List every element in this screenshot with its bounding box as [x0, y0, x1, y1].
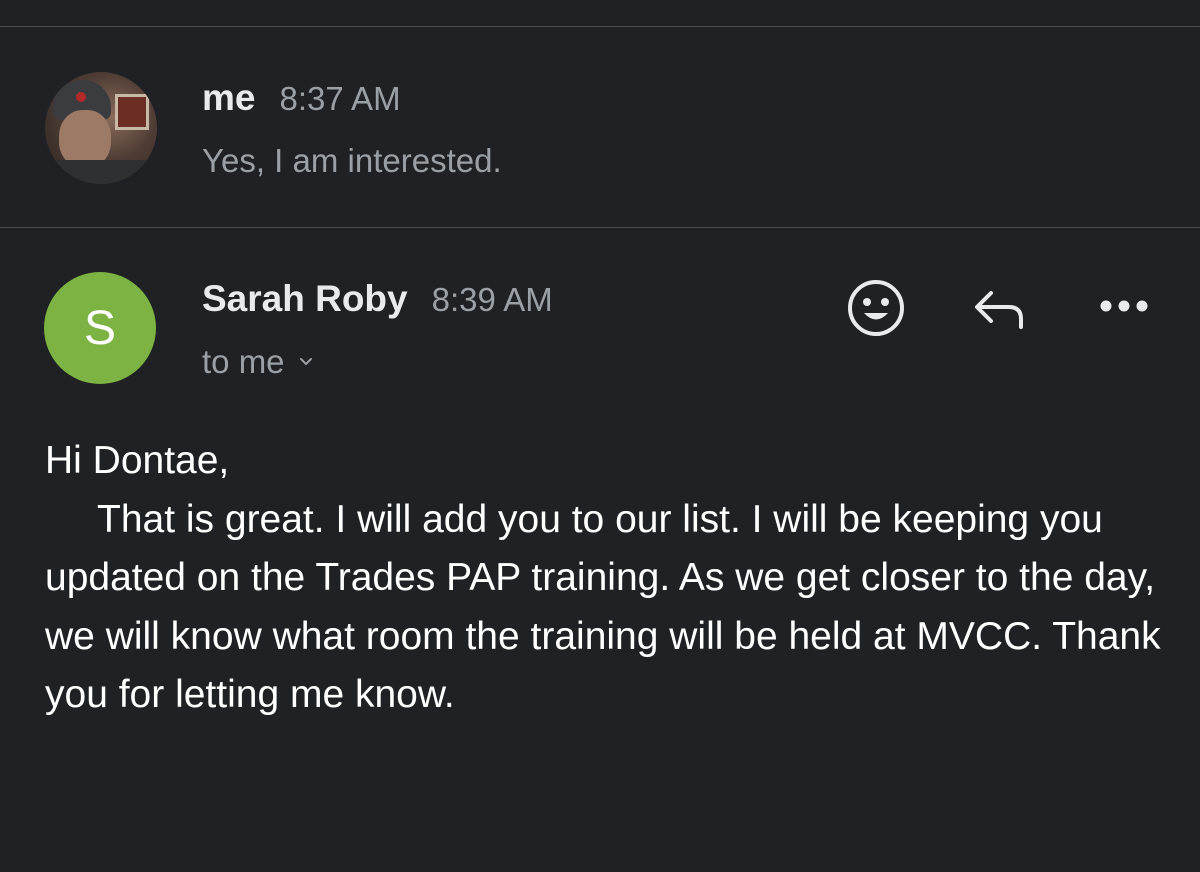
chevron-down-icon: [299, 358, 312, 365]
avatar-letter: S: [83, 301, 116, 355]
add-reaction-button[interactable]: [844, 276, 908, 340]
recipient-details-toggle[interactable]: to me: [202, 343, 313, 381]
more-horizontal-icon: [1100, 300, 1148, 312]
message-collapsed[interactable]: me 8:37 AM Yes, I am interested.: [0, 27, 1200, 227]
message-body-text: That is great. I will add you to our lis…: [45, 497, 1161, 717]
reply-arrow-icon: [975, 291, 1023, 329]
avatar[interactable]: [45, 72, 157, 184]
smiley-face-icon: [848, 280, 904, 336]
sender-line: Sarah Roby 8:39 AM: [202, 278, 553, 320]
more-options-button[interactable]: [1094, 286, 1154, 326]
message-time: 8:39 AM: [431, 281, 553, 318]
sender-name[interactable]: Sarah Roby: [202, 278, 408, 320]
sender-line: me 8:37 AM: [202, 77, 401, 119]
sender-name: me: [202, 77, 256, 118]
avatar[interactable]: S: [44, 272, 156, 384]
reply-button[interactable]: [966, 280, 1032, 336]
recipient-label: to me: [202, 343, 285, 380]
message-body: Hi Dontae, That is great. I will add you…: [45, 432, 1165, 725]
message-greeting: Hi Dontae,: [45, 439, 230, 482]
message-snippet: Yes, I am interested.: [202, 142, 502, 179]
message-time: 8:37 AM: [279, 80, 401, 117]
message-expanded: S Sarah Roby 8:39 AM to me Hi Dontae, Th…: [0, 228, 1200, 872]
